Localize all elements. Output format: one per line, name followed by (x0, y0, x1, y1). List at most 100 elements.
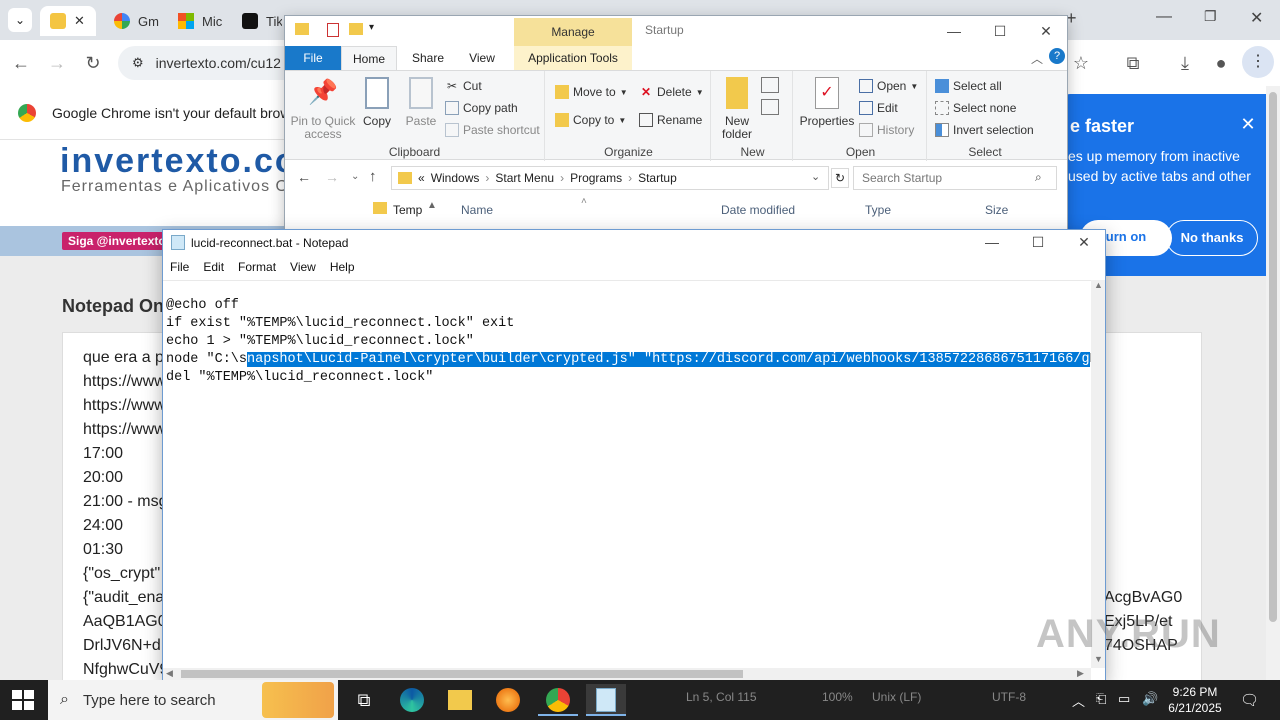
breadcrumb-programs[interactable]: Programs (570, 171, 622, 185)
task-view-icon[interactable]: ⧉ (344, 684, 384, 716)
menu-file[interactable]: File (163, 258, 196, 278)
properties-quick-icon[interactable] (327, 23, 339, 37)
breadcrumb-windows[interactable]: Windows (431, 171, 480, 185)
download-icon[interactable]: ⤓ (1174, 52, 1196, 74)
delete-button[interactable]: ✕ Delete ▼ (639, 85, 704, 99)
follow-button[interactable]: Siga @invertexto (62, 232, 172, 250)
page-scrollbar[interactable] (1266, 86, 1280, 680)
tab-tiktok[interactable]: Tik (232, 6, 282, 36)
refresh-icon[interactable]: ↻ (831, 168, 849, 188)
back-arrow-icon[interactable]: ← (297, 169, 311, 185)
close-icon[interactable]: ✕ (1238, 114, 1258, 134)
reload-button[interactable]: ↻ (82, 52, 104, 74)
chrome-icon[interactable] (538, 684, 578, 716)
tab-home[interactable]: Home (341, 46, 397, 70)
history-button[interactable]: History (859, 123, 914, 137)
easy-access-icon[interactable] (761, 99, 779, 115)
tab-file[interactable]: File (285, 46, 341, 70)
nav-item-temp[interactable]: Temp (393, 203, 422, 217)
scrollbar-thumb[interactable] (181, 670, 743, 678)
horizontal-scrollbar[interactable]: ◀ ▶ (163, 668, 1091, 680)
scrollbar-thumb[interactable] (1269, 92, 1277, 622)
forward-arrow-icon[interactable]: → (325, 169, 339, 185)
volume-icon[interactable]: 🔊 (1142, 691, 1158, 707)
tab-search-button[interactable]: ⌄ (8, 8, 32, 32)
tab-microsoft[interactable]: Mic (168, 6, 230, 36)
file-explorer-icon[interactable] (440, 684, 480, 716)
select-none-button[interactable]: Select none (935, 101, 1016, 115)
breadcrumb-startup[interactable]: Startup (638, 171, 677, 185)
ribbon-collapse-icon[interactable]: ︿ (1031, 50, 1043, 67)
new-folder-quick-icon[interactable] (349, 23, 363, 35)
bluetooth-icon[interactable]: ⎗ (1096, 691, 1106, 707)
up-arrow-icon[interactable]: ↑ (369, 168, 377, 185)
tab-application-tools[interactable]: Application Tools (514, 46, 632, 70)
tab-view[interactable]: View (457, 46, 507, 70)
column-name[interactable]: Name (461, 203, 493, 217)
pin-to-quick-access-button[interactable]: 📌 Pin to Quick access (289, 77, 357, 141)
menu-help[interactable]: Help (323, 258, 362, 278)
firefox-icon[interactable] (488, 684, 528, 716)
notepad-taskbar-icon[interactable] (586, 684, 626, 716)
maximize-button[interactable]: ☐ (977, 16, 1023, 46)
select-all-button[interactable]: Select all (935, 79, 1002, 93)
close-button[interactable]: ✕ (1023, 16, 1069, 46)
invert-selection-button[interactable]: Invert selection (935, 123, 1034, 137)
bookmark-star-icon[interactable]: ☆ (1070, 52, 1092, 74)
forward-button[interactable]: → (46, 52, 68, 74)
start-button[interactable] (12, 690, 34, 710)
scroll-up-icon[interactable]: ▲ (1094, 280, 1103, 290)
breadcrumb-overflow[interactable]: « (418, 171, 425, 185)
tab-invertexto[interactable]: ✕ (40, 6, 96, 36)
copy-to-button[interactable]: Copy to ▼ (555, 113, 626, 127)
new-folder-button[interactable]: New folder (717, 77, 757, 141)
close-button[interactable]: ✕ (1061, 230, 1107, 256)
network-icon[interactable]: ▭ (1118, 691, 1130, 707)
address-bar[interactable]: « Windows › Start Menu › Programs › Star… (391, 166, 829, 190)
scroll-left-icon[interactable]: ◀ (166, 668, 173, 679)
minimize-button[interactable]: — (931, 16, 977, 46)
properties-button[interactable]: ✓ Properties (797, 77, 857, 128)
nav-scroll-up-icon[interactable]: ▲ (427, 200, 437, 211)
vertical-scrollbar[interactable]: ▲ ▼ (1091, 280, 1105, 668)
manage-tab[interactable]: Manage (514, 18, 632, 46)
tab-share[interactable]: Share (403, 46, 453, 70)
extensions-icon[interactable]: ⧉ (1122, 52, 1144, 74)
cut-button[interactable]: ✂ Cut (445, 79, 482, 93)
close-tab-icon[interactable]: ✕ (74, 13, 85, 29)
paste-button[interactable]: Paste (401, 77, 441, 128)
no-thanks-button[interactable]: No thanks (1166, 220, 1258, 256)
edit-button[interactable]: Edit (859, 101, 898, 115)
notifications-icon[interactable]: 🗨 (1240, 691, 1259, 709)
column-size[interactable]: Size (985, 203, 1008, 217)
notepad-text-area[interactable]: @echo off if exist "%TEMP%\lucid_reconne… (163, 280, 1091, 668)
close-chrome-button[interactable]: ✕ (1250, 8, 1263, 28)
minimize-chrome-button[interactable]: — (1156, 8, 1172, 26)
recent-locations-icon[interactable]: ⌄ (351, 171, 359, 182)
back-button[interactable]: ← (10, 52, 32, 74)
menu-format[interactable]: Format (231, 258, 283, 278)
new-item-icon[interactable] (761, 77, 779, 93)
column-date-modified[interactable]: Date modified (721, 203, 795, 217)
site-info-icon[interactable]: ⚙ (132, 55, 144, 71)
column-type[interactable]: Type (865, 203, 891, 217)
site-logo[interactable]: invertexto.co (60, 142, 298, 181)
tab-gmail[interactable]: Gm (104, 6, 164, 36)
system-clock[interactable]: 9:26 PM 6/21/2025 (1160, 684, 1230, 716)
address-dropdown-icon[interactable]: ⌄ (811, 170, 820, 183)
menu-edit[interactable]: Edit (196, 258, 231, 278)
restore-chrome-button[interactable]: ❐ (1204, 8, 1217, 25)
move-to-button[interactable]: Move to ▼ (555, 85, 628, 99)
chrome-menu-button[interactable]: ⋮ (1242, 46, 1274, 78)
copy-path-button[interactable]: Copy path (445, 101, 518, 115)
search-input[interactable]: Search Startup (853, 166, 1057, 190)
customize-quick-access-icon[interactable]: ▾ (369, 22, 374, 33)
breadcrumb-start-menu[interactable]: Start Menu (495, 171, 554, 185)
paste-shortcut-button[interactable]: Paste shortcut (445, 123, 540, 137)
edge-icon[interactable] (392, 684, 432, 716)
minimize-button[interactable]: — (969, 230, 1015, 256)
help-icon[interactable]: ? (1049, 48, 1065, 64)
profile-icon[interactable]: ● (1210, 52, 1232, 74)
menu-view[interactable]: View (283, 258, 323, 278)
copy-button[interactable]: Copy (359, 77, 395, 128)
